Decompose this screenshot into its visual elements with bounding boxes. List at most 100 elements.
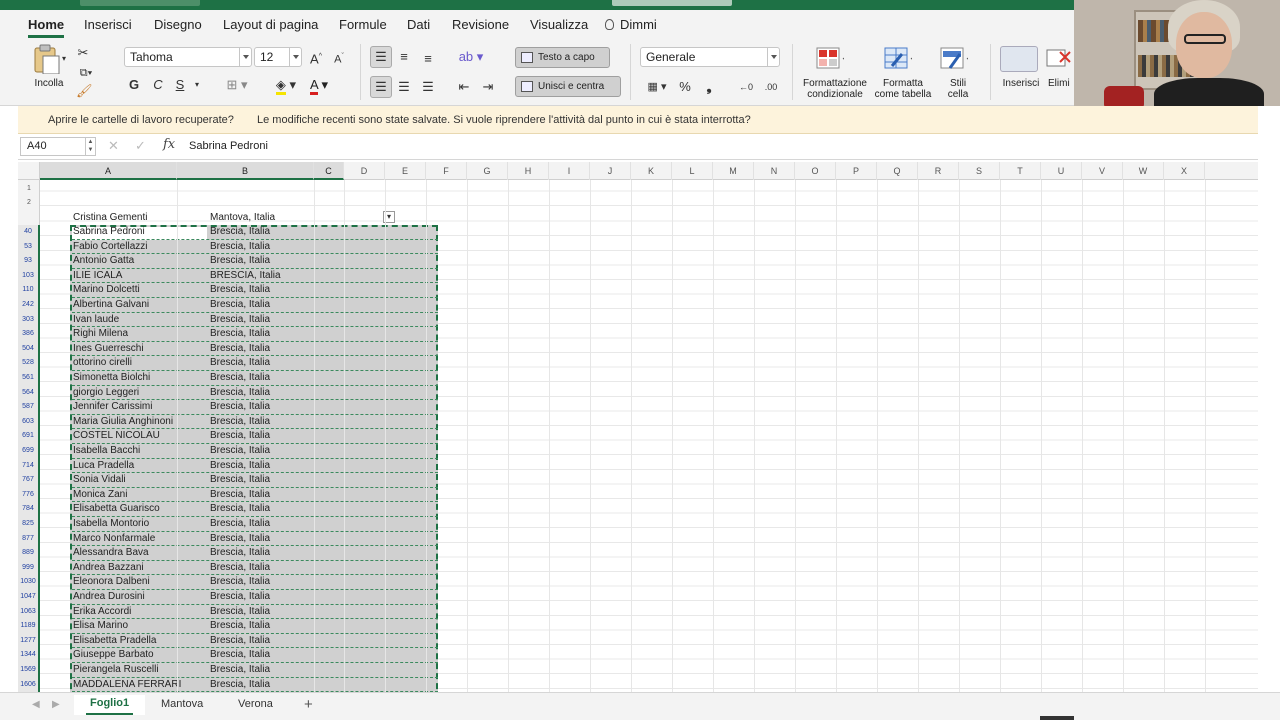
cut-icon[interactable]: ✂ xyxy=(76,44,90,62)
row-header[interactable]: 1277 xyxy=(18,633,40,649)
cell-name[interactable]: Jennifer Carissimi xyxy=(73,400,152,414)
cell-name[interactable]: ottorino cirelli xyxy=(73,356,132,370)
paste-dropdown-icon[interactable]: ▾ xyxy=(62,50,66,68)
cell-city[interactable]: Brescia, Italia xyxy=(210,371,270,385)
row-header[interactable]: 564 xyxy=(18,385,40,401)
add-sheet-button[interactable]: + xyxy=(304,696,313,713)
select-all-corner[interactable] xyxy=(18,162,40,180)
cell-city[interactable]: Brescia, Italia xyxy=(210,473,270,487)
conditional-formatting-icon[interactable] xyxy=(816,46,844,70)
align-middle-icon[interactable]: ≡ xyxy=(396,48,412,66)
column-header-p[interactable]: P xyxy=(836,162,877,180)
column-header-f[interactable]: F xyxy=(426,162,467,180)
column-header-s[interactable]: S xyxy=(959,162,1000,180)
cell-city[interactable]: Brescia, Italia xyxy=(210,313,270,327)
increase-decimal-icon[interactable]: ←0 xyxy=(736,78,756,96)
cell-city[interactable]: Brescia, Italia xyxy=(210,254,270,268)
tab-formule[interactable]: Formule xyxy=(339,17,387,32)
column-header-a[interactable]: A xyxy=(40,162,177,180)
prev-sheet-icon[interactable]: ◀ xyxy=(32,699,40,710)
row-header[interactable]: 784 xyxy=(18,502,40,517)
cell-name[interactable]: Righi Milena xyxy=(73,327,128,341)
cell-city[interactable]: Brescia, Italia xyxy=(210,386,270,400)
cell-name[interactable]: giorgio Leggeri xyxy=(73,386,139,400)
cell-name[interactable]: Andrea Bazzani xyxy=(73,561,144,575)
align-right-icon[interactable]: ☰ xyxy=(420,78,436,96)
column-header-i[interactable]: I xyxy=(549,162,590,180)
cell-b2[interactable]: Mantova, Italia xyxy=(210,212,275,223)
cell-name[interactable]: Antonio Gatta xyxy=(73,254,134,268)
column-header-m[interactable]: M xyxy=(713,162,754,180)
cell-name[interactable]: Fabio Cortellazzi xyxy=(73,240,147,254)
cell-city[interactable]: Brescia, Italia xyxy=(210,488,270,502)
row-header[interactable]: 561 xyxy=(18,371,40,386)
increase-indent-icon[interactable]: ⇥ xyxy=(480,78,496,96)
column-header-n[interactable]: N xyxy=(754,162,795,180)
confirm-icon[interactable]: ✓ xyxy=(135,138,146,154)
cell-name[interactable]: Maria Giulia Anghinoni xyxy=(73,415,173,429)
cell-name[interactable]: Ines Guerreschi xyxy=(73,342,144,356)
insert-cells-icon[interactable] xyxy=(1000,46,1038,72)
decrease-indent-icon[interactable]: ⇤ xyxy=(456,78,472,96)
stepper-icon[interactable]: ▲ ▼ xyxy=(85,138,95,155)
cell-city[interactable]: Brescia, Italia xyxy=(210,546,270,560)
decrease-decimal-icon[interactable]: .00 xyxy=(760,78,782,96)
tab-inserisci[interactable]: Inserisci xyxy=(84,17,132,32)
cancel-icon[interactable]: ✕ xyxy=(108,138,119,154)
column-header-t[interactable]: T xyxy=(1000,162,1041,180)
decrease-font-icon[interactable]: Aˇ xyxy=(330,48,348,66)
name-box[interactable]: A40 ▲ ▼ xyxy=(20,137,96,156)
cell-styles-icon[interactable] xyxy=(940,46,968,70)
column-header-v[interactable]: V xyxy=(1082,162,1123,180)
format-as-table-label[interactable]: Formatta come tabella xyxy=(870,78,936,100)
column-header-l[interactable]: L xyxy=(672,162,713,180)
sheet-tab-verona[interactable]: Verona xyxy=(238,698,273,710)
increase-font-icon[interactable]: A^ xyxy=(307,48,325,66)
row-header[interactable]: 1030 xyxy=(18,575,40,590)
column-header-r[interactable]: R xyxy=(918,162,959,180)
cell-name[interactable]: Sonia Vidali xyxy=(73,473,126,487)
column-header-e[interactable]: E xyxy=(385,162,426,180)
recovery-question[interactable]: Aprire le cartelle di lavoro recuperate? xyxy=(48,106,234,134)
font-name-select[interactable]: Tahoma xyxy=(124,47,252,67)
tab-revisione[interactable]: Revisione xyxy=(452,17,509,32)
row-header[interactable]: 1344 xyxy=(18,648,40,663)
row-header[interactable]: 386 xyxy=(18,327,40,342)
function-icon[interactable]: fx xyxy=(163,137,175,152)
cell-city[interactable]: Brescia, Italia xyxy=(210,648,270,662)
row-header[interactable]: 504 xyxy=(18,341,40,357)
cell-name[interactable]: Isabella Montorio xyxy=(73,517,149,531)
paste-icon[interactable] xyxy=(32,44,62,74)
sheet-tab-foglio1[interactable]: Foglio1 xyxy=(74,695,146,715)
row-header[interactable]: 776 xyxy=(18,487,40,503)
cell-name[interactable]: Monica Zani xyxy=(73,488,127,502)
row-header[interactable]: 1569 xyxy=(18,663,40,678)
font-color-icon[interactable]: A ▾ xyxy=(304,76,334,95)
cell-city[interactable]: Brescia, Italia xyxy=(210,298,270,312)
align-bottom-icon[interactable]: ≡ xyxy=(420,50,436,68)
cell-name[interactable]: ILIE ICALA xyxy=(73,269,122,283)
column-header-d[interactable]: D xyxy=(344,162,385,180)
cell-name[interactable]: Elisa Marino xyxy=(73,619,128,633)
cell-name[interactable]: Isabella Bacchi xyxy=(73,444,140,458)
wrap-text-button[interactable]: Testo a capo xyxy=(515,47,610,68)
cell-city[interactable]: Brescia, Italia xyxy=(210,605,270,619)
cell-city[interactable]: Brescia, Italia xyxy=(210,561,270,575)
row-header[interactable]: 603 xyxy=(18,414,40,430)
underline-button[interactable]: S xyxy=(172,76,188,94)
percent-icon[interactable]: % xyxy=(676,78,694,96)
cell-name[interactable]: Marino Dolcetti xyxy=(73,283,140,297)
row-header[interactable]: 1606 xyxy=(18,677,40,692)
cell-city[interactable]: Brescia, Italia xyxy=(210,327,270,341)
row-header[interactable]: 1 xyxy=(18,182,40,197)
cell-name[interactable]: Sabrina Pedroni xyxy=(73,225,145,239)
row-header[interactable]: 714 xyxy=(18,458,40,474)
cell-name[interactable]: Erika Accordi xyxy=(73,605,131,619)
column-header-h[interactable]: H xyxy=(508,162,549,180)
row-header[interactable]: 53 xyxy=(18,239,40,255)
row-header[interactable]: 877 xyxy=(18,531,40,547)
number-format-select[interactable]: Generale xyxy=(640,47,780,67)
tab-visualizza[interactable]: Visualizza xyxy=(530,17,588,32)
cell-name[interactable]: Simonetta Biolchi xyxy=(73,371,150,385)
row-header[interactable]: 242 xyxy=(18,298,40,313)
